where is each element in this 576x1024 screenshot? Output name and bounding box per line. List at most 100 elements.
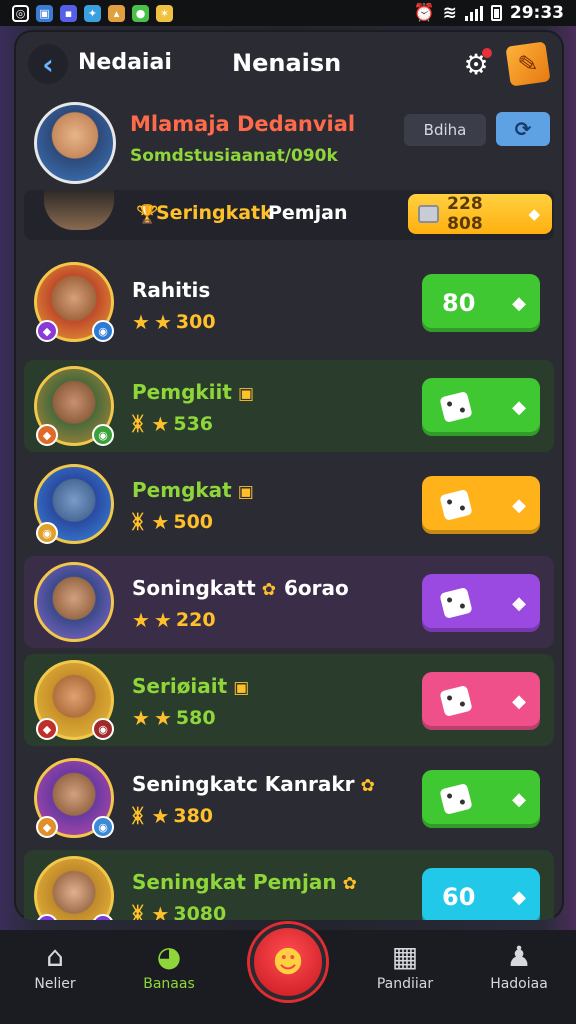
- nav-item-hadoiaa[interactable]: ♟ Hadoiaa: [474, 938, 564, 993]
- alarm-icon: ⏰: [413, 3, 435, 23]
- challenge-button[interactable]: ◆: [422, 378, 540, 436]
- game-icon: ▪: [60, 4, 77, 22]
- score-value: 220: [175, 609, 216, 631]
- star-app-icon: ✶: [156, 4, 173, 22]
- player-score: ᛤ ★ 536: [132, 412, 213, 436]
- player-row[interactable]: ◆ ◉ Rahitis ★ ★ 300 80 ◆: [24, 242, 554, 350]
- profile-subtitle: Somdstusiaanat/090k: [130, 146, 338, 166]
- avatar[interactable]: [34, 102, 116, 184]
- player-extra: 6orao: [283, 576, 349, 600]
- challenge-button[interactable]: ◆: [422, 770, 540, 828]
- dice-icon: [439, 488, 473, 522]
- rank-badge-icon: ◉: [36, 522, 58, 544]
- player-row[interactable]: ◉ Pemgkat ▣ ᛤ ★ 500 ◆: [24, 458, 554, 550]
- star-icon: ★: [132, 706, 150, 730]
- page-title: Nenaisn: [232, 49, 342, 77]
- dice-icon: [439, 684, 473, 718]
- chat-icon: ●: [132, 4, 149, 22]
- settings-button[interactable]: ⚙: [458, 46, 494, 82]
- star-icon: ★: [153, 608, 172, 632]
- profile-card: Mlamaja Dedanvial Somdstusiaanat/090k Bd…: [14, 98, 564, 190]
- avatar[interactable]: [34, 856, 114, 920]
- gallery-icon: ▣: [36, 4, 53, 22]
- player-score: ★ ★ 220: [132, 608, 216, 632]
- back-button[interactable]: ‹: [28, 44, 68, 84]
- app-icon: ✦: [84, 4, 101, 22]
- player-name: Seningkatc Kanrakr ✿: [132, 772, 375, 796]
- diamond-icon: ◆: [512, 397, 526, 418]
- tag-icon: ✿: [342, 874, 357, 894]
- player-name-text: Seriøiait: [132, 674, 228, 698]
- tag-icon: ▣: [233, 678, 250, 698]
- nav-label: Pandiiar: [376, 976, 434, 992]
- player-row[interactable]: ◆ ◉ Seriøiait ▣ ★ ★ 580 ◆: [24, 654, 554, 746]
- ranking-label-2: Pemjan: [268, 202, 348, 224]
- nav-label: Banaas: [143, 976, 195, 992]
- back-arrow-icon: ‹: [42, 47, 54, 81]
- avatar[interactable]: [34, 562, 114, 642]
- chat-bubble-icon: ◕: [156, 939, 182, 973]
- star-icon: ★: [153, 706, 172, 730]
- player-name-text: Seningkat Pemjan: [132, 870, 337, 894]
- profile-action-button[interactable]: Bdiha: [404, 114, 486, 146]
- edit-button[interactable]: ✎: [505, 41, 551, 87]
- diamond-icon: ◆: [512, 293, 526, 314]
- coin-balance-pill[interactable]: 228 808 ◆: [408, 194, 552, 234]
- ranking-header: 🏆 Seringkatk Pemjan 228 808 ◆: [24, 190, 554, 240]
- nav-item-nelier[interactable]: ⌂ Nelier: [10, 938, 100, 993]
- nav-item-pandiiar[interactable]: ▦ Pandiiar: [360, 938, 450, 993]
- score-value: 500: [173, 511, 214, 533]
- pencil-icon: ✎: [516, 48, 540, 80]
- player-score: ★ ★ 580: [132, 706, 216, 730]
- nav-item-banaas[interactable]: ◕ Banaas: [124, 938, 214, 993]
- score-value: 536: [173, 413, 214, 435]
- button-value: 80: [442, 289, 476, 317]
- player-name: Soningkatt ✿ 6orao: [132, 576, 349, 600]
- player-name: Seriøiait ▣: [132, 674, 249, 698]
- player-name: Pemgkat ▣: [132, 478, 254, 502]
- notification-icons: ◎ ▣ ▪ ✦ ▴ ● ✶: [12, 4, 173, 22]
- refresh-button[interactable]: ⟳: [496, 112, 550, 146]
- star-icon: ★: [151, 902, 170, 920]
- diamond-icon: ◆: [528, 205, 540, 223]
- dice-icon: [439, 586, 473, 620]
- wifi-icon: ≋: [442, 3, 457, 23]
- header-left-label[interactable]: Nedaiai: [78, 50, 172, 75]
- diamond-icon: ◆: [512, 593, 526, 614]
- player-name-text: Pemgkat: [132, 478, 232, 502]
- clock: 29:33: [509, 3, 564, 23]
- rank-prefix-icon: ᛤ: [132, 903, 144, 920]
- button-value: 60: [442, 883, 476, 911]
- tag-icon: ✿: [261, 580, 276, 600]
- status-right: ⏰ ≋ 29:33: [413, 3, 564, 23]
- whatsapp-icon: ◎: [12, 4, 29, 22]
- rank-prefix-icon: ᛤ: [132, 413, 144, 435]
- player-name: Rahitis: [132, 278, 210, 302]
- chest-icon: [418, 205, 440, 223]
- challenge-button[interactable]: ◆: [422, 672, 540, 730]
- rank-badge-icon: ◉: [92, 424, 114, 446]
- challenge-button[interactable]: 80 ◆: [422, 274, 540, 332]
- challenge-button[interactable]: ◆: [422, 574, 540, 632]
- coin-balance: 228 808: [447, 194, 483, 234]
- calendar-icon: ▦: [391, 939, 419, 973]
- challenge-button[interactable]: 60 ◆: [422, 868, 540, 920]
- player-row[interactable]: ◆◉Seningkat Pemjan✿ᛤ★308060◆: [24, 850, 554, 920]
- star-icon: ★: [151, 510, 170, 534]
- player-name: Pemgkiit ▣: [132, 380, 254, 404]
- score-value: 380: [173, 805, 214, 827]
- rank-badge-icon: ◉: [92, 816, 114, 838]
- center-play-button[interactable]: ☻: [250, 924, 326, 1000]
- diamond-icon: ◆: [512, 691, 526, 712]
- rank-badge-icon: ◆: [36, 718, 58, 740]
- challenge-button[interactable]: ◆: [422, 476, 540, 534]
- player-row[interactable]: Soningkatt ✿ 6orao ★ ★ 220 ◆: [24, 556, 554, 648]
- header-avatar: [44, 190, 114, 230]
- diamond-icon: ◆: [512, 887, 526, 908]
- player-row[interactable]: ◆ ◉ Seningkatc Kanrakr ✿ ᛤ ★ 380 ◆: [24, 752, 554, 844]
- player-row[interactable]: ◆ ◉ Pemgkiit ▣ ᛤ ★ 536 ◆: [24, 360, 554, 452]
- leaderboard-panel: ‹ Nedaiai Nenaisn ⚙ ✎ Mlamaja Dedanvial …: [14, 30, 564, 920]
- profile-icon: ♟: [506, 939, 532, 973]
- star-icon: ★: [132, 608, 150, 632]
- mascot-icon: ☻: [272, 944, 304, 980]
